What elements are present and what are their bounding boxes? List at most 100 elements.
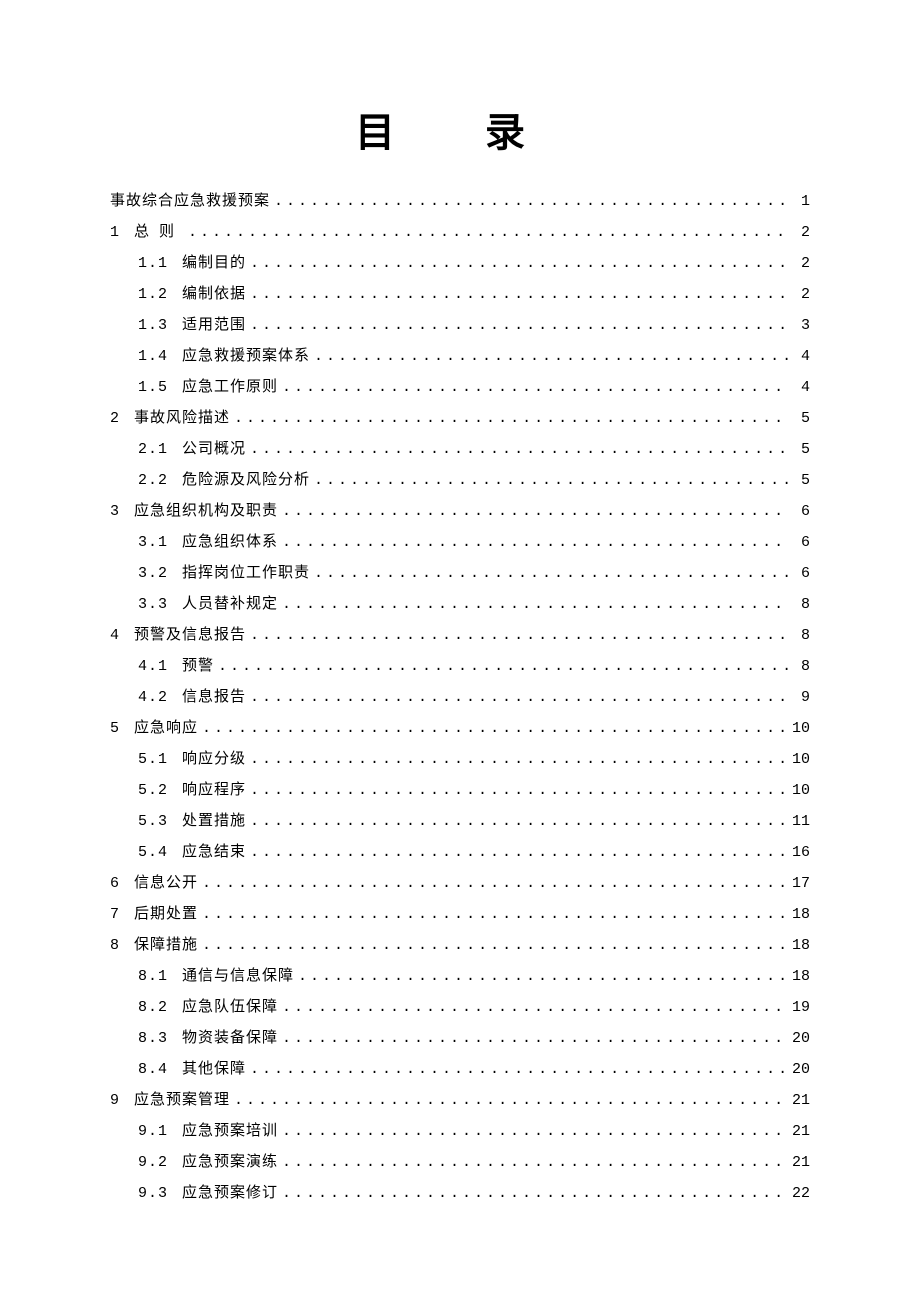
toc-entry: 5应急响应10	[110, 713, 810, 744]
toc-entry-number: 8.2	[138, 993, 168, 1023]
toc-leader-dots	[298, 962, 788, 992]
toc-entry-label: 编制依据	[182, 279, 246, 309]
toc-leader-dots	[250, 838, 788, 868]
toc-entry: 事故综合应急救援预案1	[110, 186, 810, 217]
toc-entry: 3.2指挥岗位工作职责6	[110, 558, 810, 589]
toc-entry: 4预警及信息报告8	[110, 620, 810, 651]
toc-entry: 8.4其他保障20	[110, 1054, 810, 1085]
toc-entry-label: 处置措施	[182, 806, 246, 836]
toc-entry: 4.1预警8	[110, 651, 810, 682]
toc-entry-label: 应急工作原则	[182, 372, 278, 402]
toc-leader-dots	[282, 373, 788, 403]
toc-leader-dots	[250, 311, 788, 341]
toc-entry-label: 预警及信息报告	[134, 620, 246, 650]
toc-entry-page: 21	[792, 1148, 810, 1178]
toc-entry-label: 应急预案培训	[182, 1116, 278, 1146]
toc-leader-dots	[250, 745, 788, 775]
toc-entry-label: 公司概况	[182, 434, 246, 464]
toc-entry-number: 1.4	[138, 342, 168, 372]
toc-entry-label: 编制目的	[182, 248, 246, 278]
toc-entry-page: 5	[792, 435, 810, 465]
toc-entry-label: 信息报告	[182, 682, 246, 712]
table-of-contents: 事故综合应急救援预案11总则21.1编制目的21.2编制依据21.3适用范围31…	[110, 186, 810, 1209]
toc-entry-page: 6	[792, 497, 810, 527]
toc-entry-number: 9.1	[138, 1117, 168, 1147]
toc-entry: 1.1编制目的2	[110, 248, 810, 279]
toc-leader-dots	[250, 807, 788, 837]
toc-leader-dots	[250, 683, 788, 713]
toc-entry-label: 人员替补规定	[182, 589, 278, 619]
toc-entry: 5.4应急结束16	[110, 837, 810, 868]
toc-entry-number: 4.2	[138, 683, 168, 713]
toc-entry-number: 9	[110, 1086, 120, 1116]
toc-entry-label: 保障措施	[134, 930, 198, 960]
toc-leader-dots	[234, 1086, 788, 1116]
toc-leader-dots	[282, 1117, 788, 1147]
toc-entry: 8.3 物资装备保障 20	[110, 1023, 810, 1054]
toc-entry-number: 8.4	[138, 1055, 168, 1085]
toc-entry-label: 后期处置	[134, 899, 198, 929]
toc-entry-label: 物资装备保障	[182, 1023, 278, 1053]
toc-leader-dots	[282, 1148, 788, 1178]
toc-entry-page: 21	[792, 1086, 810, 1116]
toc-entry-label: 应急队伍保障	[182, 992, 278, 1022]
toc-entry-page: 21	[792, 1117, 810, 1147]
toc-entry-page: 19	[792, 993, 810, 1023]
toc-entry-page: 18	[792, 962, 810, 992]
toc-entry: 1.4应急救援预案体系4	[110, 341, 810, 372]
toc-entry: 3应急组织机构及职责6	[110, 496, 810, 527]
toc-entry-page: 6	[792, 528, 810, 558]
toc-entry: 5.2响应程序10	[110, 775, 810, 806]
toc-entry-page: 17	[792, 869, 810, 899]
toc-entry-page: 1	[792, 187, 810, 217]
toc-entry-label: 预警	[182, 651, 214, 681]
toc-entry-number: 1.1	[138, 249, 168, 279]
toc-entry-number: 4	[110, 621, 120, 651]
toc-entry-page: 2	[792, 280, 810, 310]
toc-leader-dots	[250, 280, 788, 310]
toc-entry-page: 10	[792, 745, 810, 775]
toc-leader-dots	[202, 931, 788, 961]
toc-entry-page: 20	[792, 1024, 810, 1054]
toc-entry-number: 1.5	[138, 373, 168, 403]
toc-entry: 9.3应急预案修订22	[110, 1178, 810, 1209]
toc-leader-dots	[282, 1179, 788, 1209]
toc-leader-dots	[250, 1055, 788, 1085]
toc-entry: 1.2 编制依据 2	[110, 279, 810, 310]
toc-entry-number: 3	[110, 497, 120, 527]
toc-entry-number: 2.1	[138, 435, 168, 465]
toc-leader-dots	[250, 621, 788, 651]
toc-entry: 3.3人员替补规定8	[110, 589, 810, 620]
toc-entry: 1.5应急工作原则4	[110, 372, 810, 403]
toc-entry-number: 1.2	[138, 280, 168, 310]
toc-leader-dots	[202, 869, 788, 899]
toc-entry-label: 事故风险描述	[134, 403, 230, 433]
toc-entry-label: 应急预案修订	[182, 1178, 278, 1208]
toc-entry: 7后期处置18	[110, 899, 810, 930]
toc-entry-number: 5.1	[138, 745, 168, 775]
toc-entry: 4.2信息报告9	[110, 682, 810, 713]
toc-entry: 8.2 应急队伍保障 19	[110, 992, 810, 1023]
toc-entry-number: 8.3	[138, 1024, 168, 1054]
toc-leader-dots	[282, 1024, 788, 1054]
toc-leader-dots	[274, 187, 788, 217]
toc-entry-label: 应急组织体系	[182, 527, 278, 557]
toc-entry-number: 6	[110, 869, 120, 899]
toc-entry-page: 16	[792, 838, 810, 868]
toc-leader-dots	[282, 497, 788, 527]
toc-entry-label: 适用范围	[182, 310, 246, 340]
toc-entry-label: 危险源及风险分析	[182, 465, 310, 495]
toc-entry-number: 2	[110, 404, 120, 434]
toc-entry-label: 应急预案演练	[182, 1147, 278, 1177]
toc-entry-page: 18	[792, 900, 810, 930]
toc-entry: 1总则2	[110, 217, 810, 248]
toc-leader-dots	[314, 559, 788, 589]
toc-entry: 5.1响应分级10	[110, 744, 810, 775]
toc-leader-dots	[202, 714, 788, 744]
toc-entry-page: 10	[792, 776, 810, 806]
toc-entry: 6信息公开17	[110, 868, 810, 899]
toc-entry-page: 18	[792, 931, 810, 961]
toc-entry-page: 5	[792, 404, 810, 434]
toc-entry-number: 3.3	[138, 590, 168, 620]
toc-entry: 9.2应急预案演练21	[110, 1147, 810, 1178]
